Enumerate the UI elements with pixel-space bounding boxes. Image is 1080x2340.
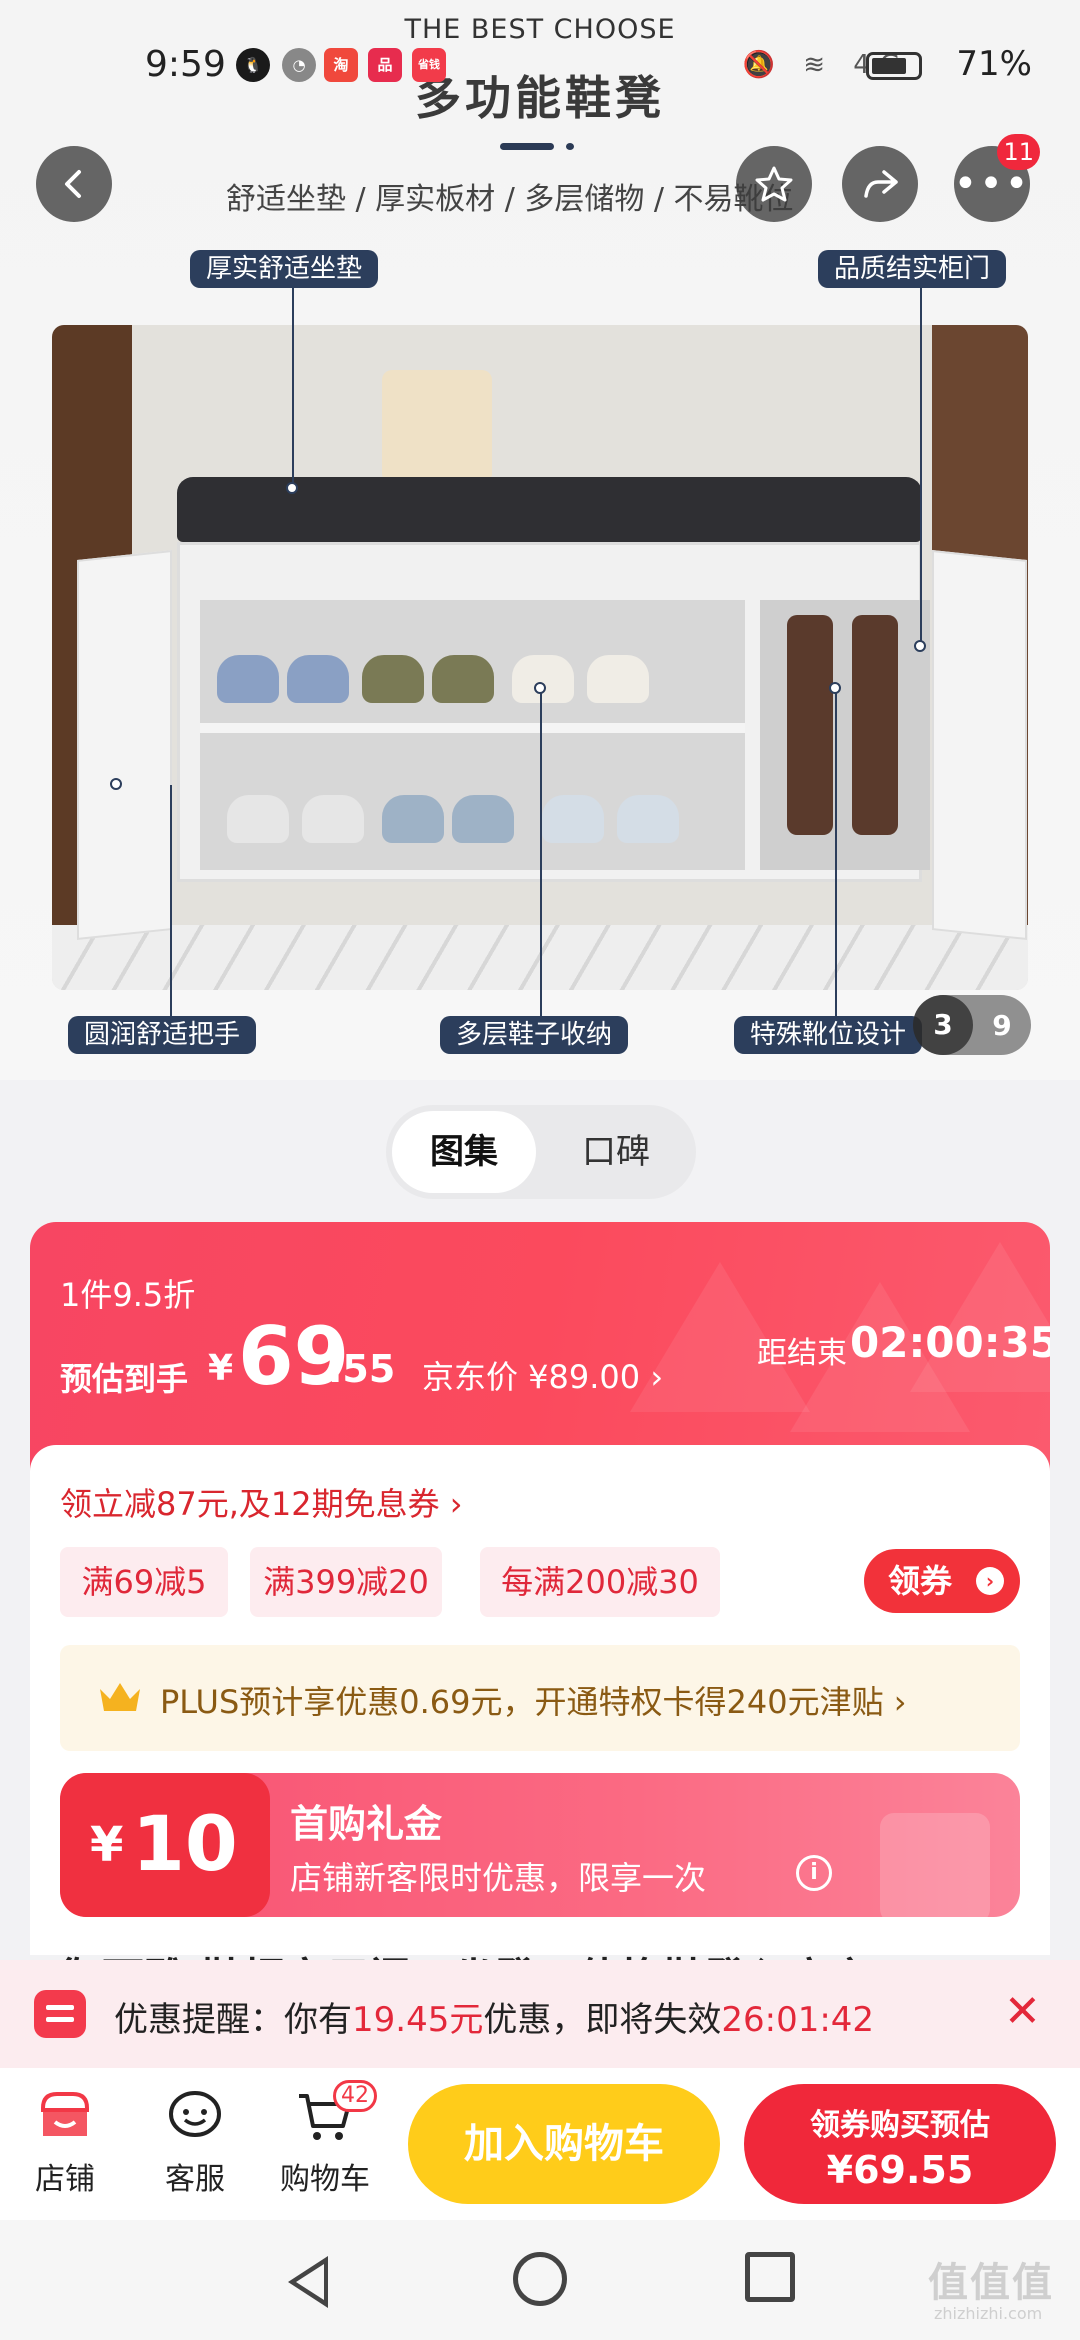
estimated-price-currency: ¥ bbox=[208, 1348, 234, 1389]
shengqian-app-icon: 省钱 bbox=[412, 48, 446, 82]
mute-icon: 🔕 bbox=[742, 50, 785, 80]
media-tabs: 图集 口碑 bbox=[386, 1105, 696, 1199]
gallery-page-indicator: 3 9 bbox=[913, 995, 1031, 1055]
reminder-amount: 19.45元 bbox=[352, 2000, 484, 2040]
reminder-timer: 26:01:42 bbox=[721, 2000, 875, 2040]
store-label: 店铺 bbox=[35, 2162, 95, 2197]
coupon-chip[interactable]: 满399减20 bbox=[250, 1547, 442, 1617]
close-icon[interactable]: ✕ bbox=[1004, 1986, 1041, 2037]
share-icon bbox=[864, 170, 898, 198]
estimated-price-decimal: .55 bbox=[328, 1347, 396, 1391]
tab-gallery[interactable]: 图集 bbox=[392, 1111, 536, 1193]
callout-shoes: 多层鞋子收纳 bbox=[440, 1016, 629, 1054]
first-purchase-gift-card[interactable]: ¥ 10 首购礼金 店铺新客限时优惠，限享一次 i bbox=[60, 1773, 1020, 1917]
left-door-image bbox=[77, 550, 172, 940]
share-button[interactable] bbox=[842, 146, 918, 222]
more-badge: 11 bbox=[997, 134, 1040, 170]
buy-button-line1: 领券购买预估 bbox=[810, 2108, 990, 2143]
get-coupon-label: 领券 bbox=[888, 1562, 953, 1600]
cart-icon: 42 bbox=[295, 2080, 377, 2146]
more-dots-icon: ••• bbox=[953, 161, 1031, 207]
pinduoduo-app-icon: 品 bbox=[368, 48, 402, 82]
plus-member-bar[interactable]: PLUS预计享优惠0.69元，开通特权卡得240元津贴 › bbox=[60, 1645, 1020, 1751]
gift-amount: 10 bbox=[132, 1799, 238, 1888]
wechat-icon: ◔ bbox=[282, 48, 316, 82]
star-icon bbox=[755, 166, 793, 202]
coupon-panel: 领立减87元,及12期免息券 › 满69减5 满399减20 每满200减30 … bbox=[30, 1445, 1050, 1955]
favorite-button[interactable] bbox=[736, 146, 812, 222]
countdown-label: 距结束 bbox=[757, 1336, 847, 1371]
status-bar: 9:59 🐧 ◔ 淘 品 省钱 🔕 ≋ 4G 71% bbox=[0, 36, 1080, 96]
reminder-text: 优惠提醒：你有19.45元优惠，即将失效26:01:42 bbox=[114, 2000, 875, 2040]
product-page: THE BEST CHOOSE 多功能鞋凳 舒适坐垫 / 厚实板材 / 多层储物… bbox=[0, 0, 1080, 2340]
taobao-app-icon: 淘 bbox=[324, 48, 358, 82]
gift-description: 店铺新客限时优惠，限享一次 bbox=[290, 1859, 707, 1897]
discount-reminder-bar[interactable]: 优惠提醒：你有19.45元优惠，即将失效26:01:42 ✕ bbox=[0, 1960, 1080, 2068]
chevron-right-icon: › bbox=[976, 1567, 1004, 1595]
watermark-url: zhizhizhi.com bbox=[934, 2304, 1043, 2323]
countdown-timer: 02:00:35 bbox=[850, 1318, 1050, 1367]
coupon-chip[interactable]: 每满200减30 bbox=[480, 1547, 720, 1617]
cart-count-badge: 42 bbox=[333, 2080, 377, 2112]
callout-handle: 圆润舒适把手 bbox=[68, 1016, 257, 1054]
status-time: 9:59 bbox=[145, 44, 226, 85]
tab-reviews[interactable]: 口碑 bbox=[544, 1111, 688, 1193]
hero-subtitle: 舒适坐垫 / 厚实板材 / 多层储物 / 不易靴位 bbox=[226, 182, 794, 217]
cart-label: 购物车 bbox=[280, 2162, 370, 2197]
callout-cushion: 厚实舒适坐垫 bbox=[190, 250, 379, 288]
nav-home-icon[interactable] bbox=[513, 2252, 567, 2306]
reminder-icon bbox=[34, 1990, 86, 2038]
right-door-image bbox=[932, 550, 1027, 940]
cart-button[interactable]: 42 购物车 bbox=[270, 2080, 380, 2198]
gift-title: 首购礼金 bbox=[290, 1802, 443, 1846]
callout-door: 品质结实柜门 bbox=[818, 250, 1007, 288]
store-icon bbox=[35, 2086, 95, 2146]
qq-icon: 🐧 bbox=[236, 48, 270, 82]
more-button[interactable]: ••• 11 bbox=[953, 134, 1040, 222]
page-current: 3 bbox=[913, 995, 973, 1055]
back-button[interactable] bbox=[36, 146, 112, 222]
add-to-cart-button[interactable]: 加入购物车 bbox=[408, 2084, 720, 2204]
nav-recents-icon[interactable] bbox=[745, 2252, 795, 2302]
product-gallery[interactable]: THE BEST CHOOSE 多功能鞋凳 舒适坐垫 / 厚实板材 / 多层储物… bbox=[0, 0, 1080, 1080]
title-decoration bbox=[500, 143, 578, 150]
handbag-image bbox=[382, 370, 492, 480]
buy-with-coupon-button[interactable]: 领券购买预估 ¥69.55 bbox=[744, 2084, 1056, 2204]
customer-service-label: 客服 bbox=[165, 2162, 225, 2197]
callout-boots: 特殊靴位设计 bbox=[734, 1016, 923, 1054]
price-banner: 1件9.5折 预估到手 ¥ 69 .55 京东价 ¥89.00 › 距结束 02… bbox=[30, 1222, 1050, 1482]
wifi-icon: ≋ bbox=[803, 50, 836, 80]
discount-note: 1件9.5折 bbox=[60, 1276, 196, 1314]
get-coupon-button[interactable]: 领券 › bbox=[864, 1549, 1020, 1613]
jd-price-link[interactable]: 京东价 ¥89.00 › bbox=[422, 1352, 663, 1398]
nav-back-icon[interactable] bbox=[288, 2256, 328, 2308]
store-button[interactable]: 店铺 bbox=[10, 2086, 120, 2198]
page-total: 9 bbox=[992, 1008, 1012, 1042]
coupon-summary-link[interactable]: 领立减87元,及12期免息券 › bbox=[60, 1479, 463, 1525]
crown-icon bbox=[100, 1683, 140, 1711]
coupon-chip[interactable]: 满69减5 bbox=[60, 1547, 228, 1617]
battery-icon bbox=[866, 52, 922, 80]
customer-service-button[interactable]: 客服 bbox=[140, 2086, 250, 2198]
bottom-action-bar: 店铺 客服 42 购物车 加入购物车 领券购买预估 ¥69.55 bbox=[0, 2068, 1080, 2220]
plus-promo-text: PLUS预计享优惠0.69元，开通特权卡得240元津贴 › bbox=[160, 1683, 907, 1721]
info-icon[interactable]: i bbox=[796, 1855, 832, 1891]
gift-amount-block: ¥ 10 bbox=[60, 1773, 270, 1917]
gift-box-icon bbox=[880, 1813, 990, 1917]
buy-button-price: ¥69.55 bbox=[826, 2148, 974, 2192]
watermark-logo: 值值值 bbox=[928, 2260, 1054, 2306]
battery-percent: 71% bbox=[956, 44, 1032, 84]
chevron-left-icon bbox=[65, 170, 81, 198]
gift-currency: ¥ bbox=[90, 1817, 124, 1873]
system-nav-bar bbox=[0, 2220, 1080, 2340]
estimated-price-label: 预估到手 bbox=[60, 1360, 189, 1398]
chat-icon bbox=[165, 2086, 225, 2146]
